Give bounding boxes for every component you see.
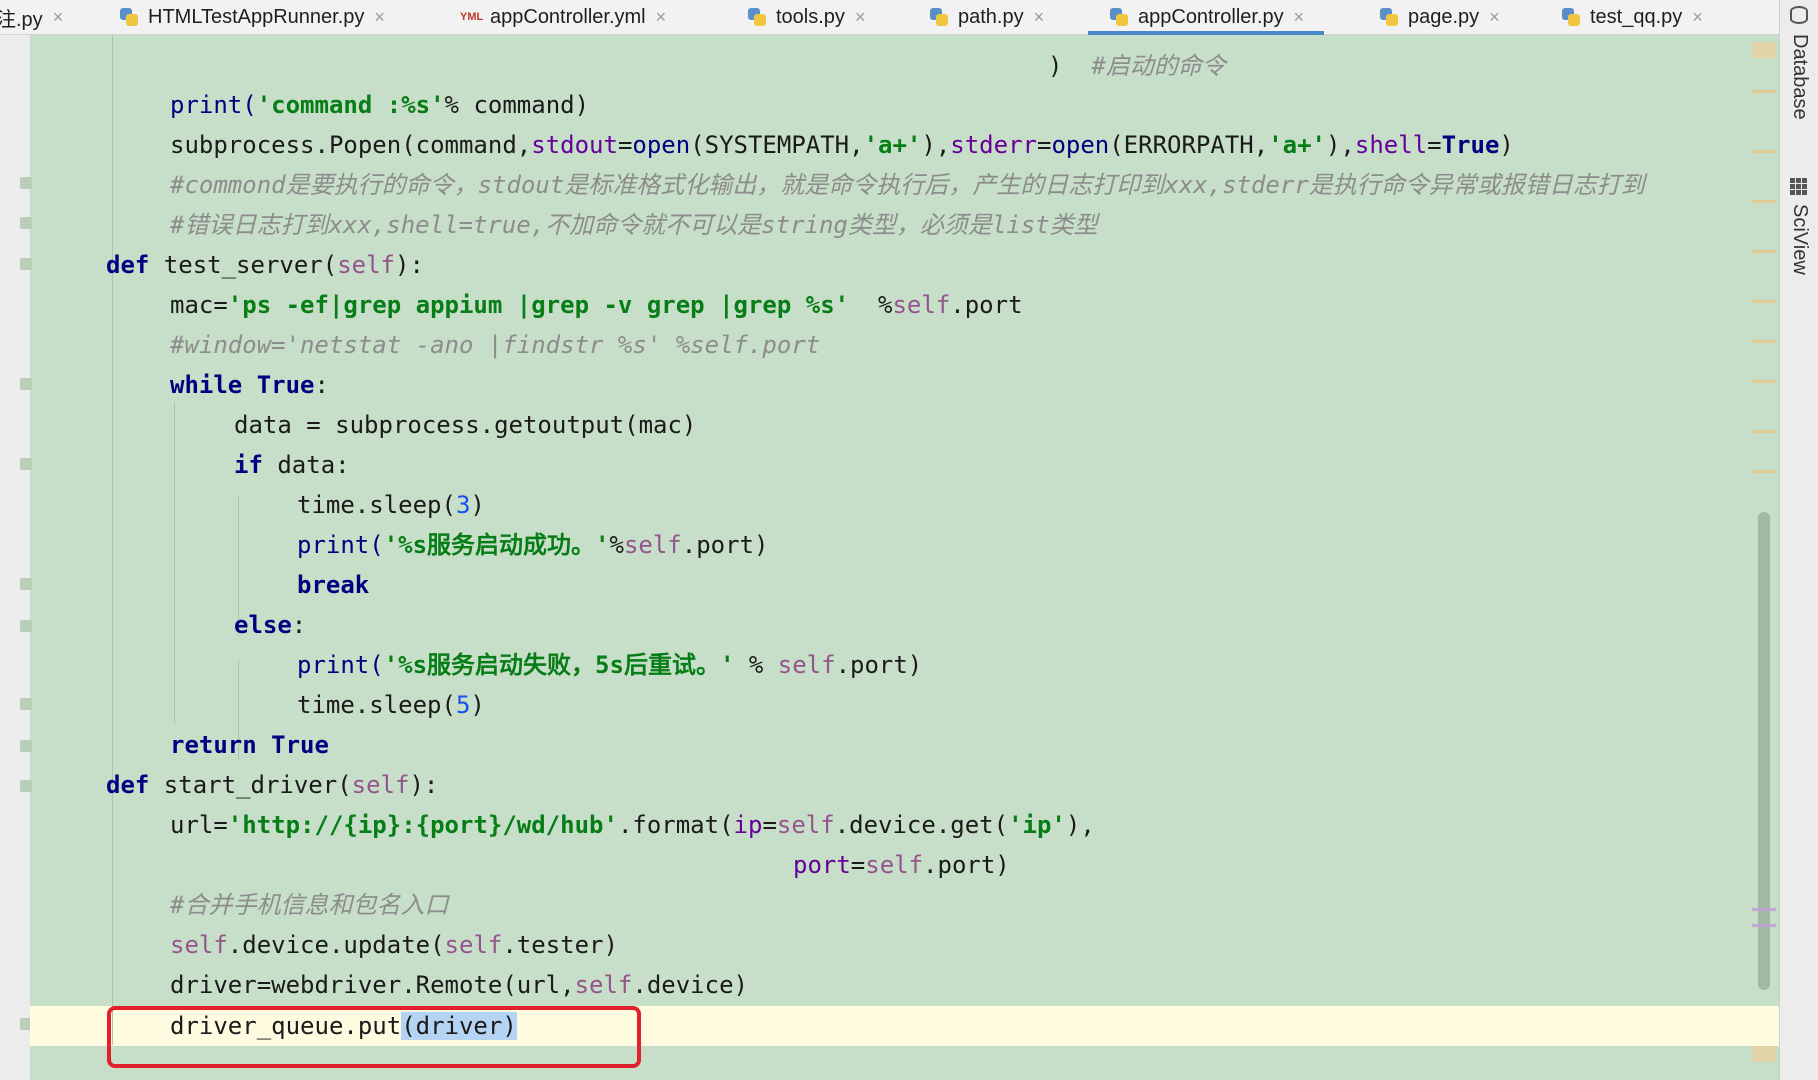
close-icon[interactable]: × [855,7,866,28]
python-file-icon [1378,6,1400,28]
code-line: url='http://{ip}:{port}/wd/hub'.format(i… [170,811,1095,839]
code-line: subprocess.Popen(command,stdout=open(SYS… [170,131,1514,159]
tab-zhu-py[interactable]: 注.py × [0,0,63,34]
close-icon[interactable]: × [1294,7,1305,28]
highlight-annotation-box [107,1006,641,1068]
yaml-file-icon: YML [460,11,484,23]
warning-marker[interactable] [1752,200,1776,203]
close-icon[interactable]: × [1489,7,1500,28]
change-marker[interactable] [1752,924,1776,927]
warning-marker[interactable] [1752,1046,1776,1062]
warning-marker[interactable] [1752,150,1776,153]
tab-label: 注.py [0,8,43,31]
tab-htmltestapprunner-py[interactable]: HTMLTestAppRunner.py × [118,0,385,34]
code-line: mac='ps -ef|grep appium |grep -v grep |g… [170,291,1023,319]
database-tool-tab[interactable]: Database [1788,34,1811,120]
python-file-icon [928,6,950,28]
tab-appcontroller-yml[interactable]: YML appController.yml × [460,0,666,34]
code-line: def start_driver(self): [106,771,439,799]
close-icon[interactable]: × [1034,7,1045,28]
warning-marker[interactable] [1752,42,1776,58]
warning-marker[interactable] [1752,470,1776,473]
code-line: def test_server(self): [106,251,424,279]
warning-marker[interactable] [1752,250,1776,253]
code-line: print('command :%s'% command) [170,91,590,119]
close-icon[interactable]: × [374,7,385,28]
python-file-icon [1560,6,1582,28]
tab-label: path.py [958,5,1024,28]
tab-label: test_qq.py [1590,5,1683,28]
code-line: break [297,571,370,599]
code-line: time.sleep(3) [297,491,485,519]
tab-label: appController.yml [490,5,646,28]
warning-marker[interactable] [1752,90,1776,93]
code-comment-line: #window='netstat -ano |findstr %s' %self… [170,331,821,359]
tab-test-qq-py[interactable]: test_qq.py × [1560,0,1703,34]
tab-label: appController.py [1138,5,1284,28]
code-line: ) #启动的命令 [1048,52,1226,80]
code-line: if data: [234,451,350,479]
code-line: self.device.update(self.tester) [170,931,618,959]
right-tool-window-bar: Database SciView [1779,0,1818,1080]
code-line: driver=webdriver.Remote(url,self.device) [170,971,748,999]
code-line: data = subprocess.getoutput(mac) [234,411,697,439]
sciview-tool-tab[interactable]: SciView [1788,204,1811,275]
warning-marker[interactable] [1752,430,1776,433]
database-icon[interactable] [1790,6,1808,24]
code-editor[interactable]: ) #启动的命令 print('command :%s'% command) s… [30,35,1780,1080]
code-line: time.sleep(5) [297,691,485,719]
close-icon[interactable]: × [53,7,64,28]
code-line: return True [170,731,329,759]
code-line: else: [234,611,307,639]
tab-label: tools.py [776,5,845,28]
code-comment-line: #合并手机信息和包名入口 [170,891,449,919]
tab-appcontroller-py[interactable]: appController.py × [1087,0,1325,35]
tab-tools-py[interactable]: tools.py × [746,0,865,34]
editor-scrollbar-thumb[interactable] [1758,512,1770,990]
warning-marker[interactable] [1752,300,1776,303]
code-line: print('%s服务启动失败，5s后重试。' % self.port) [297,651,923,679]
change-marker[interactable] [1752,908,1776,911]
line-gutter[interactable] [0,35,30,1080]
close-icon[interactable]: × [1692,7,1703,28]
close-icon[interactable]: × [656,7,667,28]
tab-label: HTMLTestAppRunner.py [148,5,365,28]
code-line: while True: [170,371,329,399]
python-file-icon [118,6,140,28]
tab-page-py[interactable]: page.py × [1378,0,1500,34]
editor-tab-bar: 注.py × HTMLTestAppRunner.py × YML appCon… [0,0,1780,35]
python-file-icon [1108,6,1130,28]
python-file-icon [746,6,768,28]
warning-marker[interactable] [1752,380,1776,383]
indent-guide [174,402,175,724]
code-comment-line: #commond是要执行的命令，stdout是标准格式化输出，就是命令执行后，产… [170,171,1645,199]
indent-guide [112,35,113,1045]
sciview-icon[interactable] [1790,178,1808,196]
code-comment-line: #错误日志打到xxx,shell=true,不加命令就不可以是string类型，… [170,211,1098,239]
tab-path-py[interactable]: path.py × [928,0,1044,34]
code-line: print('%s服务启动成功。'%self.port) [297,531,769,559]
warning-marker[interactable] [1752,340,1776,343]
tab-label: page.py [1408,5,1480,28]
code-line: port=self.port) [793,851,1010,879]
